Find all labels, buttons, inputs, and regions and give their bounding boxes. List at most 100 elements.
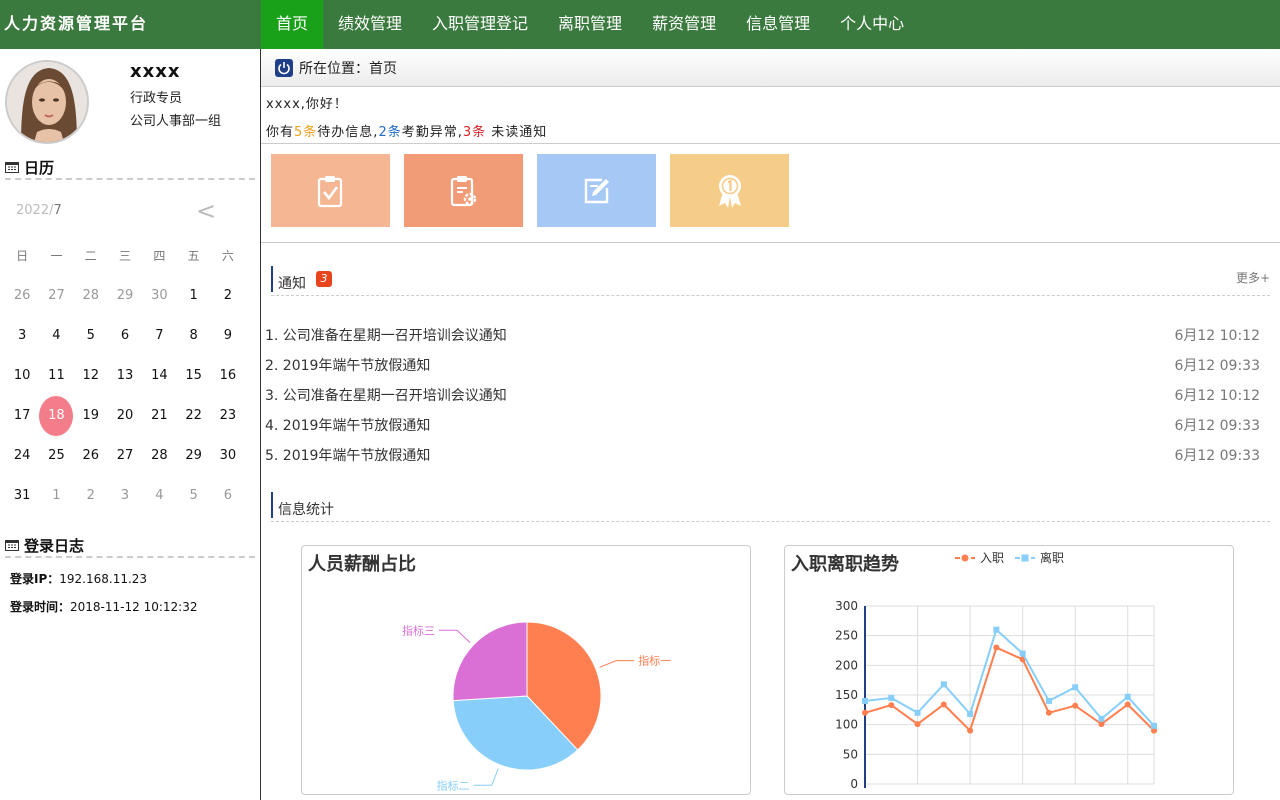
calendar-day[interactable]: 19	[74, 396, 108, 436]
nav-item[interactable]: 首页	[261, 0, 324, 49]
nav-item[interactable]: 信息管理	[731, 0, 825, 49]
shortcut-tile-clipboard[interactable]	[271, 154, 390, 227]
calendar-day[interactable]: 8	[176, 316, 210, 356]
calendar-day[interactable]: 25	[39, 436, 73, 476]
power-icon	[275, 58, 293, 77]
calendar-day[interactable]: 21	[142, 396, 176, 436]
calendar-day[interactable]: 22	[176, 396, 210, 436]
calendar-weekday: 六	[221, 249, 234, 263]
calendar-day[interactable]: 1	[176, 276, 210, 316]
calendar-day[interactable]: 20	[108, 396, 142, 436]
calendar-day[interactable]: 30	[142, 276, 176, 316]
data-point[interactable]	[1124, 693, 1131, 700]
shortcut-tile-edit[interactable]	[537, 154, 656, 227]
nav-item[interactable]: 绩效管理	[323, 0, 417, 49]
calendar-day[interactable]: 24	[5, 436, 39, 476]
section-accent-bar	[271, 492, 273, 518]
data-point[interactable]	[1124, 701, 1131, 708]
calendar-day-number: 27	[116, 448, 134, 463]
data-point[interactable]	[993, 644, 1000, 651]
calendar-day[interactable]: 17	[5, 396, 39, 436]
data-point[interactable]	[914, 709, 921, 716]
app-title: 人力资源管理平台	[4, 14, 149, 33]
data-point[interactable]	[967, 710, 974, 717]
calendar-day[interactable]: 4	[39, 316, 73, 356]
calendar-day[interactable]: 31	[5, 476, 39, 516]
pending-count[interactable]: 5条	[294, 125, 317, 140]
calendar-day[interactable]: 2	[211, 276, 245, 316]
calendar-day[interactable]: 2	[74, 476, 108, 516]
notice-item[interactable]: 4. 2019年端午节放假通知 6月12 09:33	[265, 409, 1260, 439]
data-point[interactable]	[862, 697, 868, 704]
series-line	[864, 646, 1155, 733]
calendar-day[interactable]: 29	[176, 436, 210, 476]
data-point[interactable]	[1098, 715, 1105, 722]
calendar-day[interactable]: 6	[211, 476, 245, 516]
welcome-greeting: xxxx,你好！	[266, 97, 348, 112]
data-point[interactable]	[862, 709, 868, 716]
calendar-day[interactable]: 26	[74, 436, 108, 476]
calendar-day[interactable]: 5	[74, 316, 108, 356]
calendar-day[interactable]: 23	[211, 396, 245, 436]
nav-item[interactable]: 个人中心	[825, 0, 919, 49]
calendar-day[interactable]: 14	[142, 356, 176, 396]
data-point[interactable]	[940, 701, 947, 708]
shortcut-tile-clipboard-settings[interactable]	[404, 154, 523, 227]
data-point[interactable]	[888, 694, 895, 701]
data-point[interactable]	[993, 626, 1000, 633]
pie-slice-label: 指标一	[638, 654, 671, 668]
shortcut-tile-award[interactable]	[670, 154, 789, 227]
calendar-day[interactable]: 13	[108, 356, 142, 396]
calendar-day[interactable]: 30	[211, 436, 245, 476]
notice-item[interactable]: 5. 2019年端午节放假通知 6月12 09:33	[265, 439, 1260, 469]
notice-item[interactable]: 3. 公司准备在星期一召开培训会议通知 6月12 10:12	[265, 379, 1260, 409]
data-point[interactable]	[1019, 650, 1026, 657]
data-point[interactable]	[1098, 721, 1105, 728]
unread-count[interactable]: 3条	[463, 125, 486, 140]
data-point[interactable]	[1045, 709, 1052, 716]
calendar-day[interactable]: 26	[5, 276, 39, 316]
nav-item[interactable]: 薪资管理	[637, 0, 731, 49]
calendar-day-number: 30	[151, 288, 168, 303]
data-point[interactable]	[967, 727, 974, 734]
data-point[interactable]	[1045, 697, 1052, 704]
calendar-day[interactable]: 11	[39, 356, 73, 396]
calendar-day[interactable]: 12	[74, 356, 108, 396]
calendar-day[interactable]: 3	[5, 316, 39, 356]
notice-item[interactable]: 2. 2019年端午节放假通知 6月12 09:33	[265, 349, 1260, 379]
data-point[interactable]	[940, 681, 947, 688]
data-point[interactable]	[1072, 702, 1079, 709]
calendar-day[interactable]: 29	[108, 276, 142, 316]
calendar-day[interactable]: 28	[142, 436, 176, 476]
calendar-day[interactable]: 9	[211, 316, 245, 356]
calendar-day-number: 28	[82, 288, 100, 303]
calendar-day[interactable]: 27	[39, 276, 73, 316]
pie-slice[interactable]	[452, 621, 528, 702]
calendar-day[interactable]: 4	[142, 476, 176, 516]
calendar-day-number: 29	[116, 288, 134, 303]
calendar-day[interactable]: 1	[39, 476, 73, 516]
notice-title: 3. 公司准备在星期一召开培训会议通知	[265, 388, 507, 404]
data-point[interactable]	[1072, 684, 1079, 691]
notice-more-link[interactable]: 更多+	[1236, 269, 1270, 286]
calendar-day[interactable]: 15	[176, 356, 210, 396]
calendar-day[interactable]: 6	[108, 316, 142, 356]
calendar-day[interactable]: 3	[108, 476, 142, 516]
calendar-day[interactable]: 7	[142, 316, 176, 356]
data-point[interactable]	[1151, 722, 1157, 729]
calendar-day[interactable]: 5	[176, 476, 210, 516]
notice-item[interactable]: 1. 公司准备在星期一召开培训会议通知 6月12 10:12	[265, 319, 1260, 349]
data-point[interactable]	[888, 702, 895, 709]
data-point[interactable]	[914, 721, 921, 728]
attendance-count[interactable]: 2条	[378, 125, 401, 140]
calendar-day[interactable]: 27	[108, 436, 142, 476]
calendar-day-number: 31	[13, 488, 31, 503]
calendar-day[interactable]: 28	[74, 276, 108, 316]
nav-item[interactable]: 离职管理	[543, 0, 637, 49]
calendar-day[interactable]: 16	[211, 356, 245, 396]
calendar-day[interactable]: 10	[5, 356, 39, 396]
calendar-prev-button[interactable]: <	[196, 197, 216, 225]
nav-item[interactable]: 入职管理登记	[417, 0, 543, 49]
calendar-weekday: 日	[16, 249, 29, 263]
calendar-day-today[interactable]: 18	[39, 396, 74, 436]
